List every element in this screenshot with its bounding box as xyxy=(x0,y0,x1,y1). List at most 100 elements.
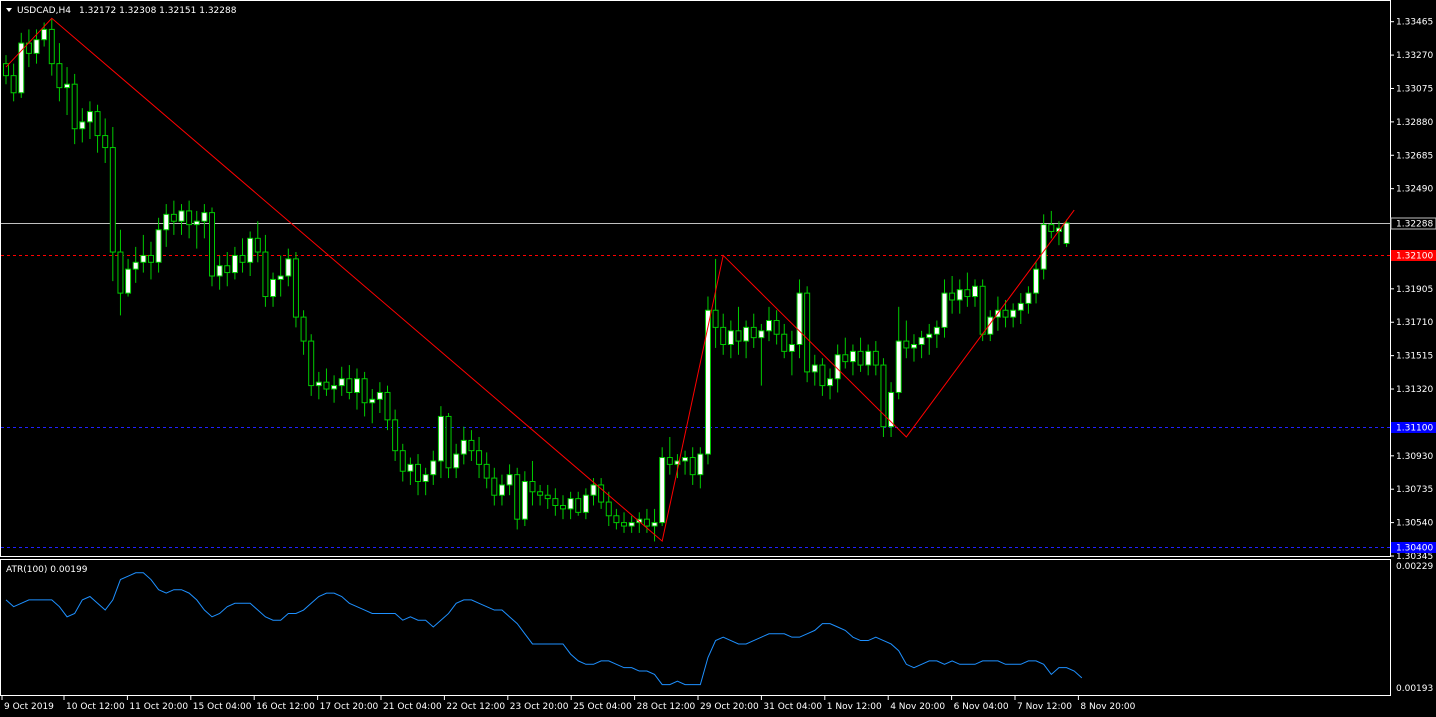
price-tick-label: 1.32490 xyxy=(1396,185,1433,195)
bull-candle-body xyxy=(926,333,933,339)
chart-background xyxy=(0,0,1436,717)
bull-candle-body xyxy=(231,254,238,274)
bull-candle-body xyxy=(437,415,444,462)
bull-candle-body xyxy=(86,111,93,123)
bull-candle-body xyxy=(628,522,635,527)
time-tick-label: 31 Oct 04:00 xyxy=(763,702,822,712)
time-tick-label: 23 Oct 20:00 xyxy=(510,702,569,712)
bull-candle-body xyxy=(376,391,383,400)
bear-candle-body xyxy=(308,340,315,387)
price-tick-label: 1.31515 xyxy=(1396,352,1433,362)
ohlc-values: 1.32172 1.32308 1.32151 1.32288 xyxy=(79,6,237,16)
price-tick-label: 1.31320 xyxy=(1396,385,1433,395)
bear-candle-body xyxy=(773,320,780,335)
atr-label: ATR(100) 0.00199 xyxy=(6,565,88,575)
bear-candle-body xyxy=(102,135,109,149)
candle[interactable] xyxy=(804,286,811,383)
bull-candle-body xyxy=(155,229,162,263)
bull-candle-body xyxy=(247,237,254,263)
red-level-tag: 1.32100 xyxy=(1391,250,1436,262)
trading-chart[interactable]: 1.33465 1.33270 1.33075 1.32880 1.32685 1.324… xyxy=(0,0,1436,717)
price-tick-label: 1.31710 xyxy=(1396,318,1433,328)
time-tick-label: 29 Oct 20:00 xyxy=(700,702,759,712)
bear-candle-body xyxy=(468,439,475,452)
bear-candle-body xyxy=(537,491,544,496)
bear-candle-body xyxy=(170,213,177,222)
bear-candle-body xyxy=(880,364,887,428)
bear-candle-body xyxy=(361,378,368,404)
candle[interactable] xyxy=(704,296,711,465)
bull-candle-body xyxy=(201,212,208,222)
bull-candle-body xyxy=(682,457,689,462)
bull-candle-body xyxy=(659,457,666,524)
bull-candle-body xyxy=(193,220,200,226)
bear-candle-body xyxy=(239,254,246,263)
bull-candle-body xyxy=(369,398,376,404)
candle[interactable] xyxy=(292,252,299,328)
price-tick-label: 1.32880 xyxy=(1396,118,1433,128)
bull-candle-body xyxy=(933,326,940,335)
time-tick-label: 11 Oct 20:00 xyxy=(129,702,188,712)
price-tick-label: 1.31905 xyxy=(1396,285,1433,295)
candle[interactable] xyxy=(659,447,666,527)
bear-candle-body xyxy=(964,289,971,298)
bear-candle-body xyxy=(186,210,193,226)
bull-candle-body xyxy=(910,344,917,349)
bull-candle-body xyxy=(788,344,795,352)
bear-candle-body xyxy=(552,498,559,506)
bull-candle-body xyxy=(849,350,856,363)
bear-candle-body xyxy=(491,477,498,496)
bull-candle-body xyxy=(285,258,292,277)
time-tick-label: 8 Nov 20:00 xyxy=(1080,702,1135,712)
time-tick-label: 6 Nov 04:00 xyxy=(954,702,1009,712)
bear-candle-body xyxy=(56,63,63,89)
bear-candle-body xyxy=(544,494,551,500)
bull-candle-body xyxy=(521,481,528,520)
bear-candle-body xyxy=(445,415,452,469)
bull-candle-body xyxy=(1025,292,1032,304)
time-tick-label: 17 Oct 20:00 xyxy=(320,702,379,712)
bull-candle-body xyxy=(1033,268,1040,294)
bull-candle-body xyxy=(743,326,750,342)
bear-candle-body xyxy=(224,265,231,274)
bull-candle-body xyxy=(460,439,467,455)
bull-candle-body xyxy=(270,278,277,298)
bear-candle-body xyxy=(819,364,826,387)
candle[interactable] xyxy=(1063,219,1070,247)
time-tick-label: 15 Oct 04:00 xyxy=(193,702,252,712)
bear-candle-body xyxy=(392,419,399,452)
bear-candle-body xyxy=(514,474,521,520)
bear-candle-body xyxy=(346,378,353,393)
bear-candle-body xyxy=(666,457,673,465)
bull-candle-body xyxy=(758,330,765,339)
bull-candle-body xyxy=(315,381,322,387)
bear-candle-body xyxy=(1002,309,1009,318)
bull-candle-body xyxy=(766,320,772,332)
bear-candle-body xyxy=(781,333,788,352)
bull-candle-body xyxy=(422,474,429,483)
bull-candle-body xyxy=(590,484,597,496)
bull-candle-body xyxy=(41,28,48,41)
bear-candle-body xyxy=(1048,224,1055,232)
bull-candle-body xyxy=(918,337,925,346)
bull-candle-body xyxy=(582,494,589,513)
bull-candle-body xyxy=(407,463,414,472)
bear-candle-body xyxy=(712,309,719,328)
bull-candle-body xyxy=(1010,309,1017,318)
bear-candle-body xyxy=(209,212,216,277)
bull-candle-body xyxy=(811,364,818,373)
bull-candle-body xyxy=(1063,222,1070,244)
price-tick-label: 1.30345 xyxy=(1396,552,1433,562)
bull-candle-body xyxy=(567,498,574,510)
bear-candle-body xyxy=(872,350,879,366)
candle[interactable] xyxy=(209,207,216,287)
bear-candle-body xyxy=(857,350,864,366)
bull-candle-body xyxy=(956,289,963,301)
bull-candle-body xyxy=(895,340,902,393)
bull-candle-body xyxy=(1040,224,1047,270)
candle[interactable] xyxy=(880,358,887,437)
bear-candle-body xyxy=(575,498,582,513)
price-tick-label: 1.32685 xyxy=(1396,151,1433,161)
bull-candle-body xyxy=(140,254,147,263)
bid-price-tag-text: 1.32288 xyxy=(1396,220,1433,230)
